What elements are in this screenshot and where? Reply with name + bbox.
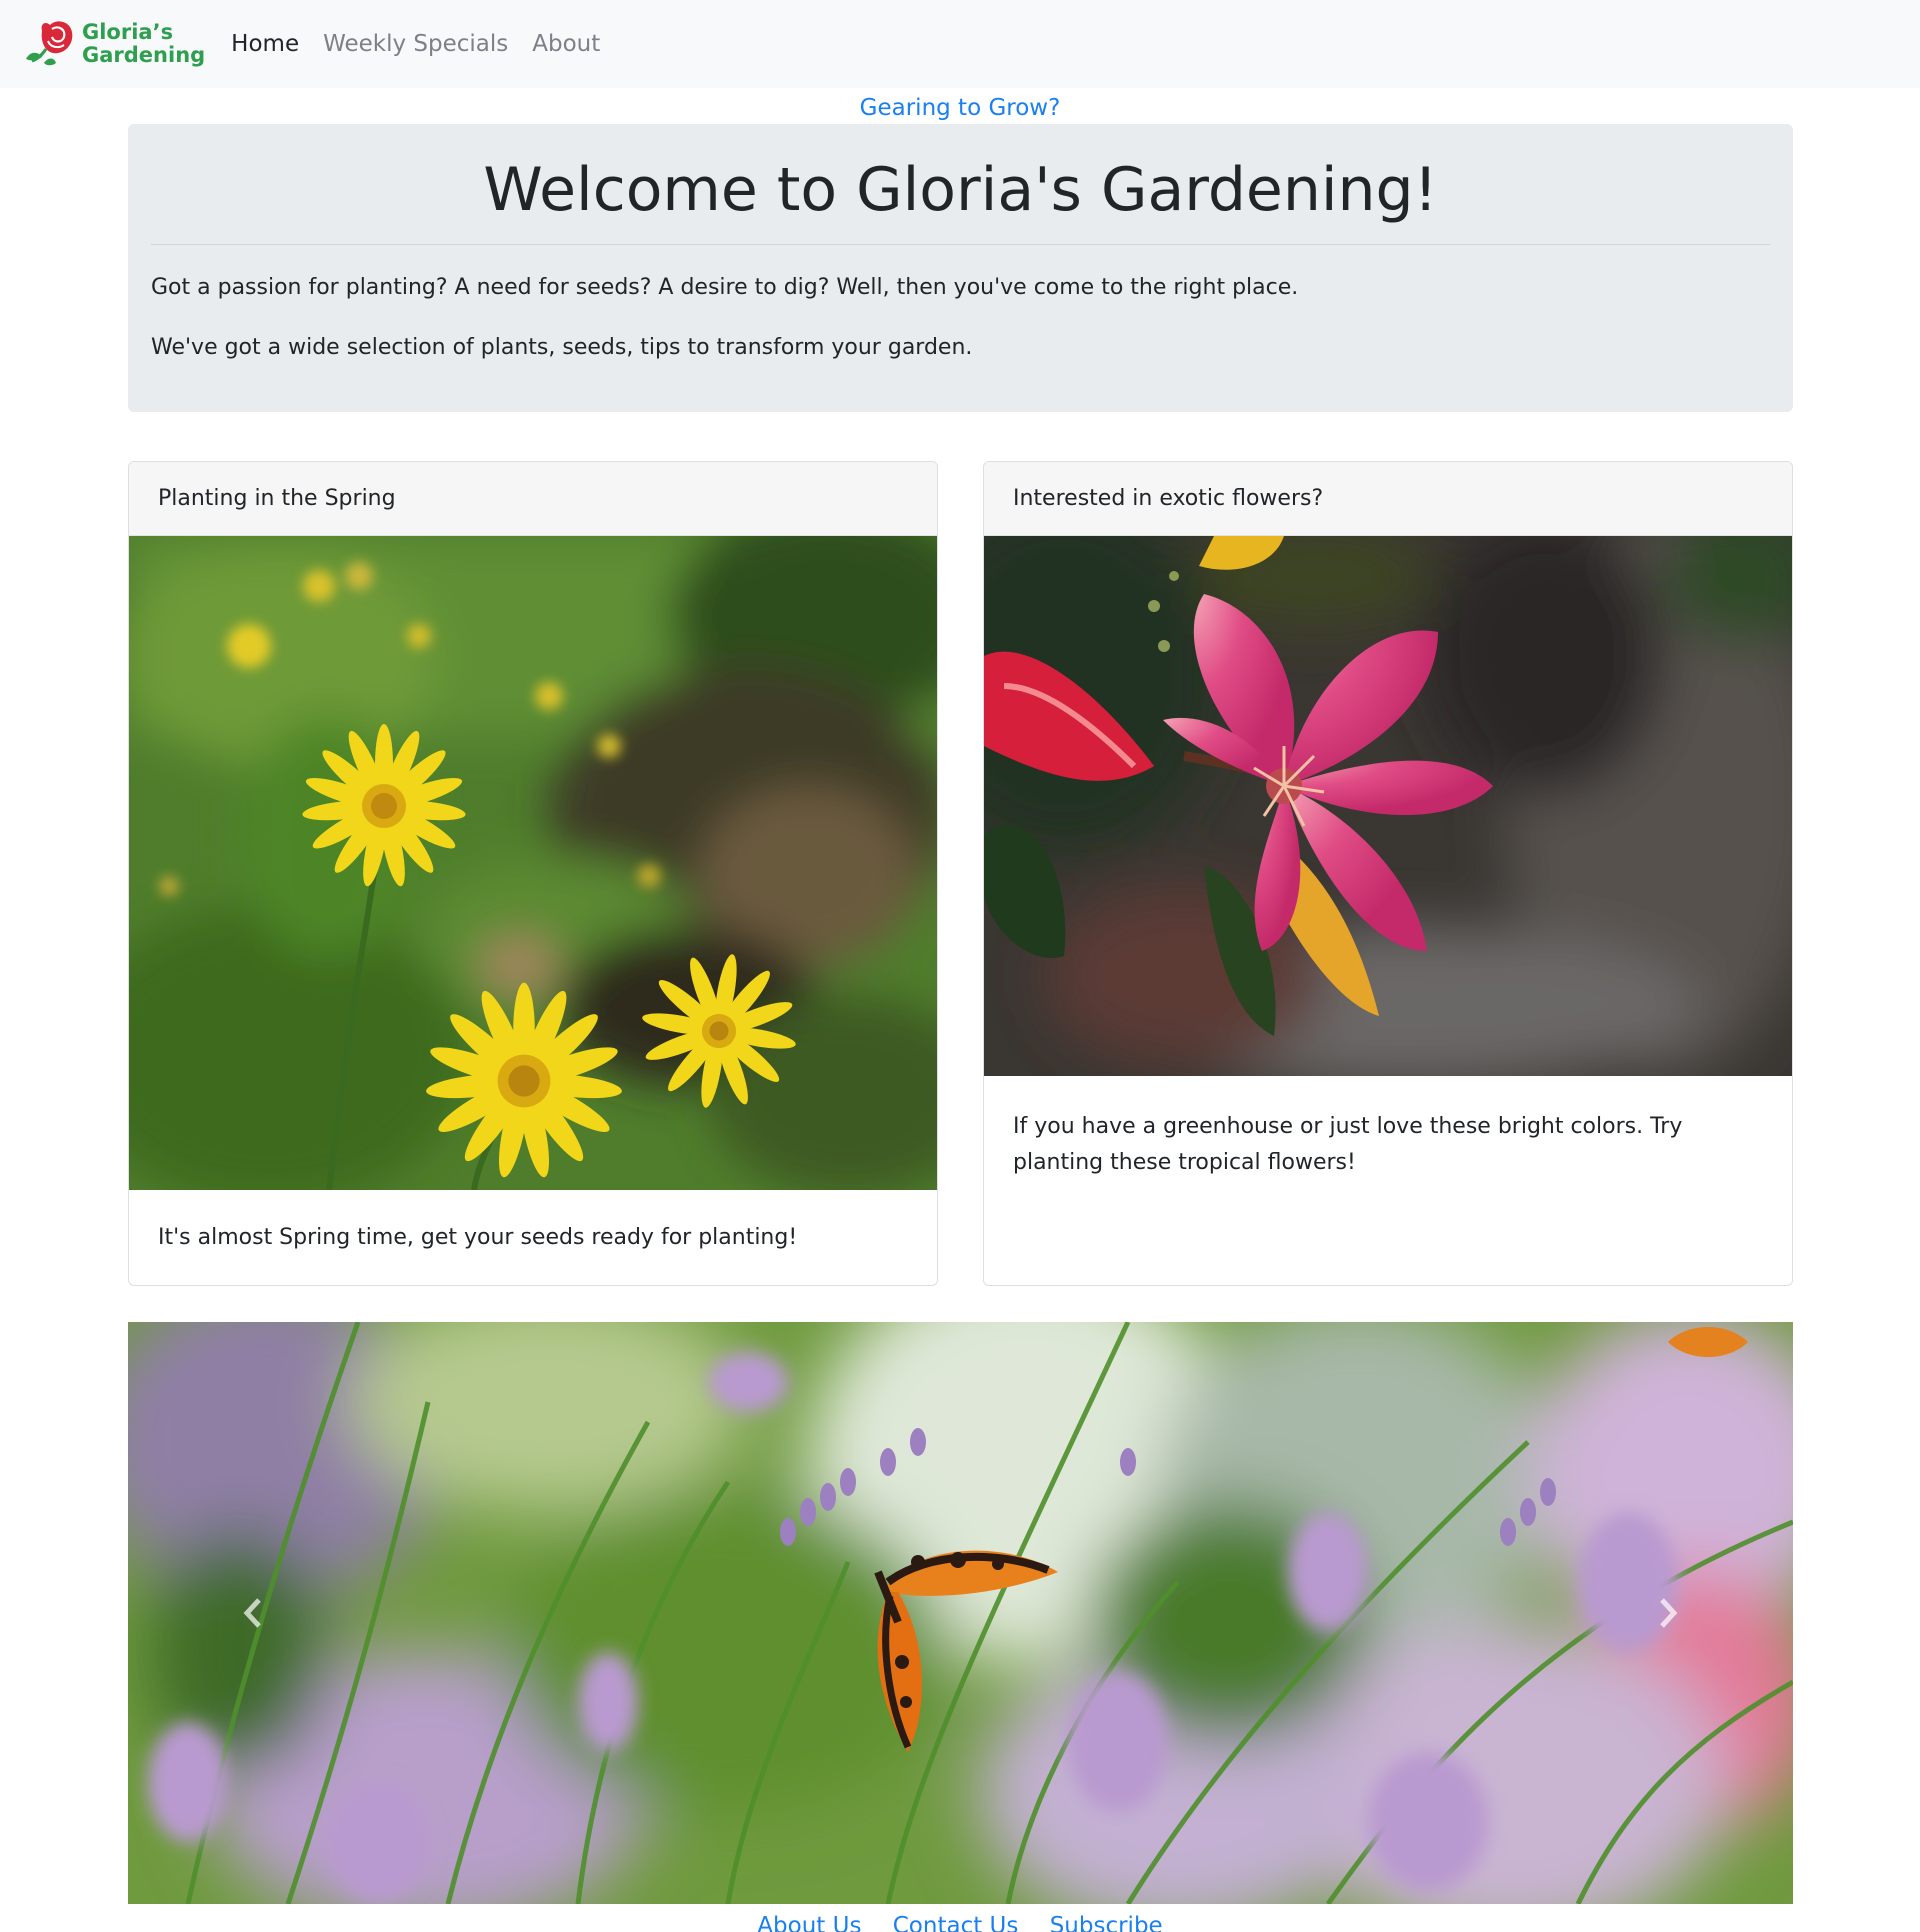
footer: About Us Contact Us Subscribe <box>0 1908 1920 1932</box>
rose-logo-icon <box>26 21 73 66</box>
selection-paragraph: We've got a wide selection of plants, se… <box>151 335 973 360</box>
brand-name: Gloria’s Gardening <box>82 21 205 67</box>
chevron-right-icon <box>1660 1598 1678 1628</box>
navbar: Gloria’s Gardening Home Weekly Specials … <box>0 0 1920 88</box>
butterfly-lavender-slide <box>128 1322 1793 1904</box>
intro-paragraph: Got a passion for planting? A need for s… <box>151 275 1299 300</box>
jumbotron-divider <box>151 244 1770 245</box>
page-title: Welcome to Gloria's Gardening! <box>483 155 1438 225</box>
carousel-next-button[interactable] <box>1643 1588 1693 1638</box>
gearing-to-grow-link[interactable]: Gearing to Grow? <box>0 92 1920 124</box>
brand-link[interactable]: Gloria’s Gardening <box>22 0 205 88</box>
chevron-left-icon <box>243 1598 261 1628</box>
nav-menu: Home Weekly Specials About <box>231 0 624 88</box>
footer-subscribe-link[interactable]: Subscribe <box>1050 1913 1163 1932</box>
image-carousel[interactable] <box>128 1322 1793 1904</box>
card-header: Planting in the Spring <box>129 462 937 536</box>
footer-about-us-link[interactable]: About Us <box>757 1913 861 1932</box>
card-header: Interested in exotic flowers? <box>984 462 1792 536</box>
footer-contact-us-link[interactable]: Contact Us <box>893 1913 1019 1932</box>
welcome-jumbotron: Welcome to Gloria's Gardening! Got a pas… <box>128 124 1793 412</box>
nav-about-link[interactable]: About <box>532 0 600 88</box>
nav-weekly-specials-link[interactable]: Weekly Specials <box>323 0 508 88</box>
yellow-daisies-image <box>129 536 937 1190</box>
brand-line-1: Gloria’s <box>82 20 174 44</box>
brand-line-2: Gardening <box>82 43 206 67</box>
spring-planting-card: Planting in the Spring It's almost Sprin… <box>128 461 938 1286</box>
nav-home-link[interactable]: Home <box>231 0 299 88</box>
card-text: It's almost Spring time, get your seeds … <box>158 1225 798 1250</box>
pink-desert-rose-image <box>984 536 1792 1076</box>
exotic-flowers-card: Interested in exotic flowers? If you hav… <box>983 461 1793 1286</box>
carousel-prev-button[interactable] <box>228 1588 278 1638</box>
card-text: If you have a greenhouse or just love th… <box>1013 1114 1683 1175</box>
